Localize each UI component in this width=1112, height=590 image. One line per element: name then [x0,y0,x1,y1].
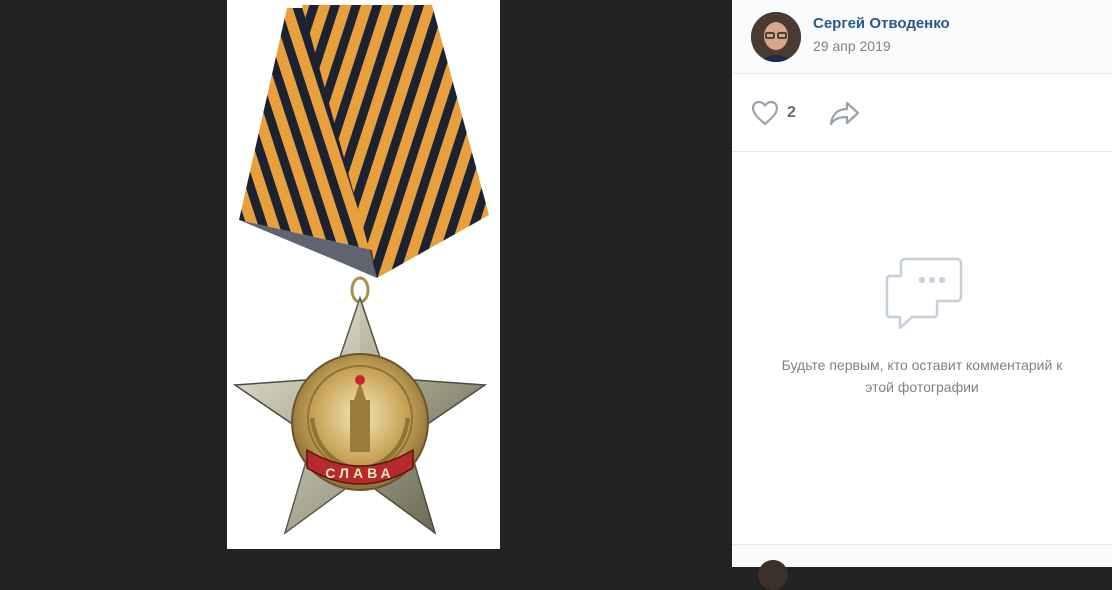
like-count: 2 [787,104,796,121]
photo[interactable]: СЛАВА [227,0,500,549]
actions-bar: 2 [732,74,1112,152]
medal-illustration: СЛАВА [232,5,489,535]
comments-empty-state: Будьте первым, кто оставит комментарий к… [732,151,1112,544]
comment-composer [732,544,1112,590]
author-header: Сергей Отводенко 29 апр 2019 [732,0,1112,74]
avatar [758,560,788,590]
medal-inscription: СЛАВА [325,465,394,481]
heart-icon [751,100,779,126]
comments-empty-text: Будьте первым, кто оставит комментарий к… [781,357,1063,395]
share-button[interactable] [829,98,861,128]
photo-sidebar: Сергей Отводенко 29 апр 2019 2 Будьте пе… [732,0,1112,590]
comment-bubble-icon [884,256,964,335]
like-button[interactable]: 2 [751,98,796,128]
post-date[interactable]: 29 апр 2019 [813,38,891,54]
author-name-link[interactable]: Сергей Отводенко [813,15,950,32]
share-arrow-icon [829,101,860,126]
photo-viewer: СЛАВА [0,0,732,566]
avatar[interactable] [751,12,801,62]
